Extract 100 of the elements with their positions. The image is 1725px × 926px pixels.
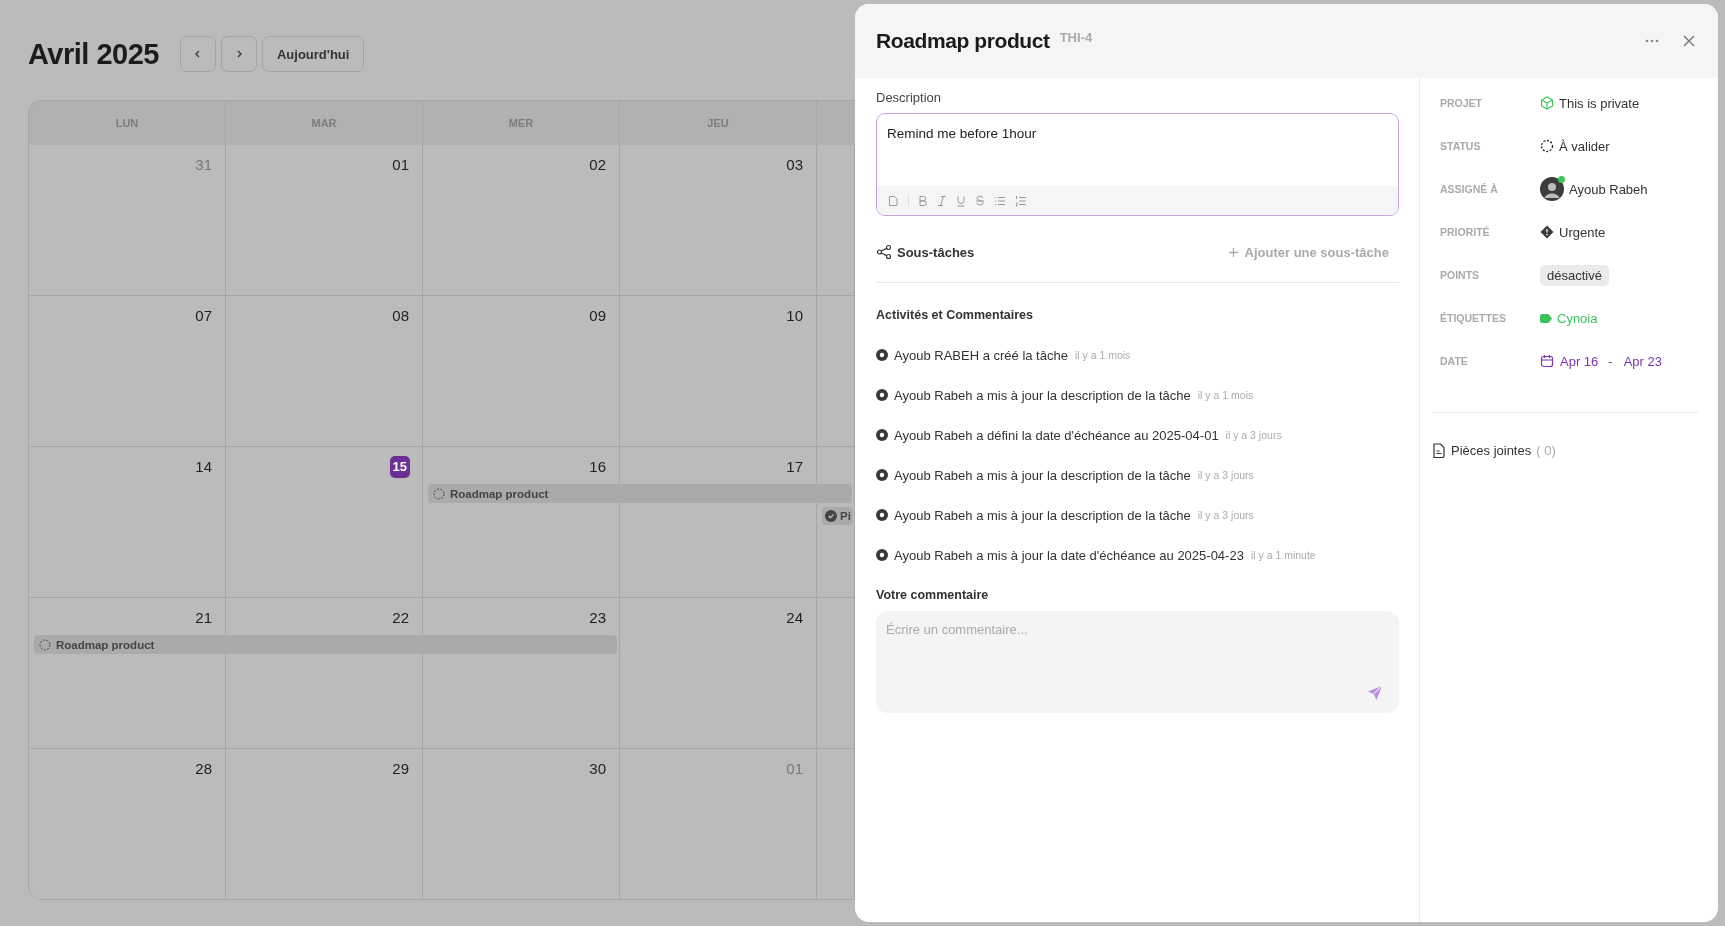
end-date[interactable]: Apr 23 [1623, 353, 1662, 369]
day-number: 10 [785, 306, 804, 326]
description-editor[interactable]: Remind me before 1hour [876, 113, 1399, 216]
underline-icon[interactable] [956, 194, 966, 207]
activity-time: il y a 1 minute [1250, 549, 1316, 561]
day-number: 03 [785, 155, 804, 175]
task-key: THI-4 [1059, 29, 1093, 45]
activity-time: il y a 1 mois [1197, 389, 1254, 401]
plus-icon [1227, 246, 1239, 258]
file-icon [1432, 443, 1446, 458]
date-separator: - [1608, 353, 1613, 369]
event-bar[interactable]: Roadmap product [34, 635, 617, 654]
day-number: 16 [588, 457, 607, 477]
day-cell[interactable]: 10 [620, 296, 817, 447]
property-label: STATUS [1440, 140, 1482, 152]
attachments-count: ( 0) [1536, 443, 1556, 458]
day-cell[interactable]: 28 [29, 749, 226, 900]
italic-icon[interactable] [937, 194, 947, 207]
activity-time: il y a 3 jours [1197, 509, 1254, 521]
day-number: 09 [588, 306, 607, 326]
activity-dot-icon [876, 389, 888, 401]
bullet-list-icon[interactable] [994, 194, 1006, 207]
day-number: 30 [588, 759, 607, 779]
subtasks-icon [876, 244, 892, 260]
day-cell[interactable]: 24 [620, 598, 817, 749]
project-value[interactable]: This is private [1559, 95, 1640, 111]
activity-dot-icon [876, 349, 888, 361]
strikethrough-icon[interactable] [975, 194, 985, 207]
property-label: ASSIGNÉ À [1440, 183, 1499, 195]
month-title: Avril 2025 [28, 37, 159, 71]
event-bar[interactable]: Roadmap product [428, 484, 852, 503]
status-value[interactable]: À valider [1559, 138, 1610, 154]
property-label: PRIORITÉ [1440, 226, 1491, 238]
day-cell[interactable]: 30 [423, 749, 620, 900]
activity-dot-icon [876, 469, 888, 481]
activity-title: Activités et Commentaires [876, 308, 1033, 322]
previous-button[interactable] [179, 36, 216, 72]
today-button[interactable]: Aujourd'hui [261, 36, 365, 72]
task-title: Roadmap product [876, 29, 1050, 53]
send-icon[interactable] [1367, 685, 1383, 701]
day-number: 31 [194, 155, 213, 175]
day-cell[interactable]: 29 [226, 749, 423, 900]
day-number: 14 [194, 457, 213, 477]
check-circle-icon [825, 510, 837, 522]
description-label: Description [876, 90, 942, 105]
urgent-icon [1540, 225, 1554, 239]
day-cell[interactable]: 07 [29, 296, 226, 447]
day-cell[interactable]: 01 [226, 145, 423, 296]
property-label: DATE [1440, 355, 1469, 367]
activity-text: Ayoub Rabeh a mis à jour la description de la tâche [894, 387, 1191, 403]
day-number: 17 [785, 457, 804, 477]
dashed-circle-icon [39, 638, 51, 651]
activity-text: Ayoub RABEH a créé la tâche [894, 347, 1068, 363]
day-cell[interactable]: 02 [423, 145, 620, 296]
property-label: PROJET [1440, 97, 1483, 109]
day-number: 29 [391, 759, 410, 779]
day-number: 21 [194, 608, 213, 628]
day-number: 07 [194, 306, 213, 326]
day-cell[interactable]: 14 [29, 447, 226, 598]
numbered-list-icon[interactable] [1015, 194, 1027, 207]
calendar-icon [1540, 354, 1554, 368]
day-cell[interactable]: 15 [226, 447, 423, 598]
day-number: 28 [194, 759, 213, 779]
start-date[interactable]: Apr 16 [1560, 353, 1599, 369]
file-icon[interactable] [887, 194, 899, 207]
day-number: 24 [785, 608, 804, 628]
day-number: 22 [391, 608, 410, 628]
activity-dot-icon [876, 549, 888, 561]
comment-field[interactable]: Écrire un commentaire... [876, 611, 1399, 713]
dashed-circle-icon [1540, 139, 1554, 153]
points-chip[interactable]: désactivé [1540, 264, 1609, 286]
activity-time: il y a 3 jours [1225, 429, 1282, 441]
activity-dot-icon [876, 429, 888, 441]
activity-text: Ayoub Rabeh a mis à jour la date d'échéance au 2025-04-23 [894, 547, 1244, 563]
comment-label: Votre commentaire [876, 588, 989, 602]
property-label: ÉTIQUETTES [1440, 312, 1507, 324]
day-cell[interactable]: 08 [226, 296, 423, 447]
bold-icon[interactable] [918, 194, 928, 207]
property-label: POINTS [1440, 269, 1481, 281]
day-number: 08 [391, 306, 410, 326]
cube-icon [1540, 96, 1554, 110]
activity-dot-icon [876, 509, 888, 521]
event-chip[interactable]: Pi [822, 507, 853, 525]
activity-time: il y a 3 jours [1197, 469, 1254, 481]
day-number: 01 [785, 759, 804, 779]
next-button[interactable] [220, 36, 257, 72]
close-icon[interactable] [1682, 34, 1696, 48]
day-number: 15 [389, 456, 410, 478]
assignee-value[interactable]: Ayoub Rabeh [1569, 181, 1648, 197]
activity-text: Ayoub Rabeh a mis à jour la description de la tâche [894, 467, 1191, 483]
day-cell[interactable]: 03 [620, 145, 817, 296]
day-number: 02 [588, 155, 607, 175]
day-number: 01 [391, 155, 410, 175]
activity-text: Ayoub Rabeh a mis à jour la description de la tâche [894, 507, 1191, 523]
activity-time: il y a 1 mois [1074, 349, 1131, 361]
priority-value[interactable]: Urgente [1559, 224, 1606, 240]
dashed-circle-icon [433, 487, 445, 500]
day-cell[interactable]: 09 [423, 296, 620, 447]
avatar [1540, 177, 1564, 201]
attachments-label[interactable]: Pièces jointes [1451, 443, 1532, 458]
